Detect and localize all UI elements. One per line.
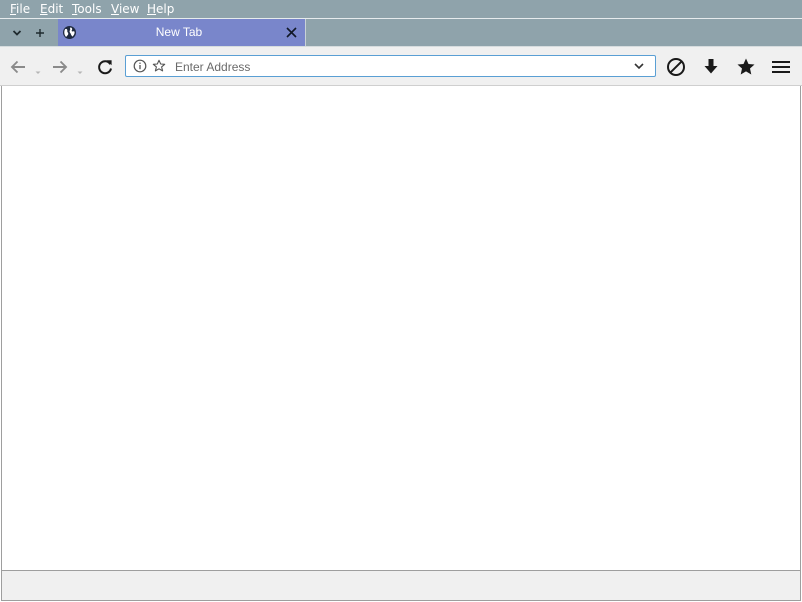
address-bar[interactable]: [125, 55, 656, 77]
tab-title: New Tab: [155, 25, 203, 39]
menu-edit-mnemonic: E: [40, 2, 48, 16]
arrow-left-icon: [9, 59, 27, 75]
forward-history-arrow-icon[interactable]: [77, 71, 83, 75]
star-outline-icon[interactable]: [152, 59, 166, 73]
page-content[interactable]: [1, 86, 801, 570]
menu-help[interactable]: Help: [147, 2, 174, 16]
download-icon: [703, 58, 719, 76]
status-bar: [1, 570, 801, 601]
arrow-right-icon: [51, 59, 69, 75]
menu-help-mnemonic: H: [147, 2, 157, 16]
tab-bar: New Tab: [0, 19, 802, 46]
main-menu-button[interactable]: [766, 52, 796, 82]
menu-help-label: elp: [156, 2, 175, 16]
downloads-button[interactable]: [696, 52, 726, 82]
menu-tools[interactable]: Tools: [72, 2, 102, 16]
tab-new-tab[interactable]: New Tab: [58, 19, 306, 46]
menu-tools-label: ools: [77, 2, 102, 16]
menu-edit-label: dit: [47, 2, 64, 16]
menu-bar: File Edit Tools View Help: [0, 0, 802, 19]
menu-view-mnemonic: V: [111, 2, 119, 16]
menu-view[interactable]: View: [111, 2, 139, 16]
bookmarks-button[interactable]: [731, 52, 761, 82]
reload-icon: [96, 58, 114, 76]
plus-icon: [35, 28, 45, 38]
url-input[interactable]: [175, 58, 625, 75]
menu-file[interactable]: File: [10, 2, 30, 16]
list-tabs-button[interactable]: [5, 19, 29, 46]
back-history-arrow-icon[interactable]: [35, 71, 41, 75]
hamburger-icon: [772, 60, 790, 74]
menu-view-label: iew: [118, 2, 140, 16]
reload-button[interactable]: [90, 52, 120, 82]
forward-button[interactable]: [45, 52, 75, 82]
back-button[interactable]: [3, 52, 33, 82]
info-icon[interactable]: [133, 59, 147, 73]
chevron-down-icon: [12, 29, 22, 37]
block-icon: [666, 57, 686, 77]
close-icon[interactable]: [284, 25, 299, 40]
new-tab-button[interactable]: [28, 19, 52, 46]
star-icon: [736, 57, 756, 77]
browser-window: File Edit Tools View Help New Tab Enter …: [0, 0, 802, 602]
content-blocker-button[interactable]: [661, 52, 691, 82]
globe-icon: [62, 25, 77, 40]
navigation-toolbar: [0, 46, 802, 86]
menu-file-label: ile: [16, 2, 31, 16]
menu-edit[interactable]: Edit: [40, 2, 63, 16]
chevron-down-icon[interactable]: [633, 61, 645, 71]
